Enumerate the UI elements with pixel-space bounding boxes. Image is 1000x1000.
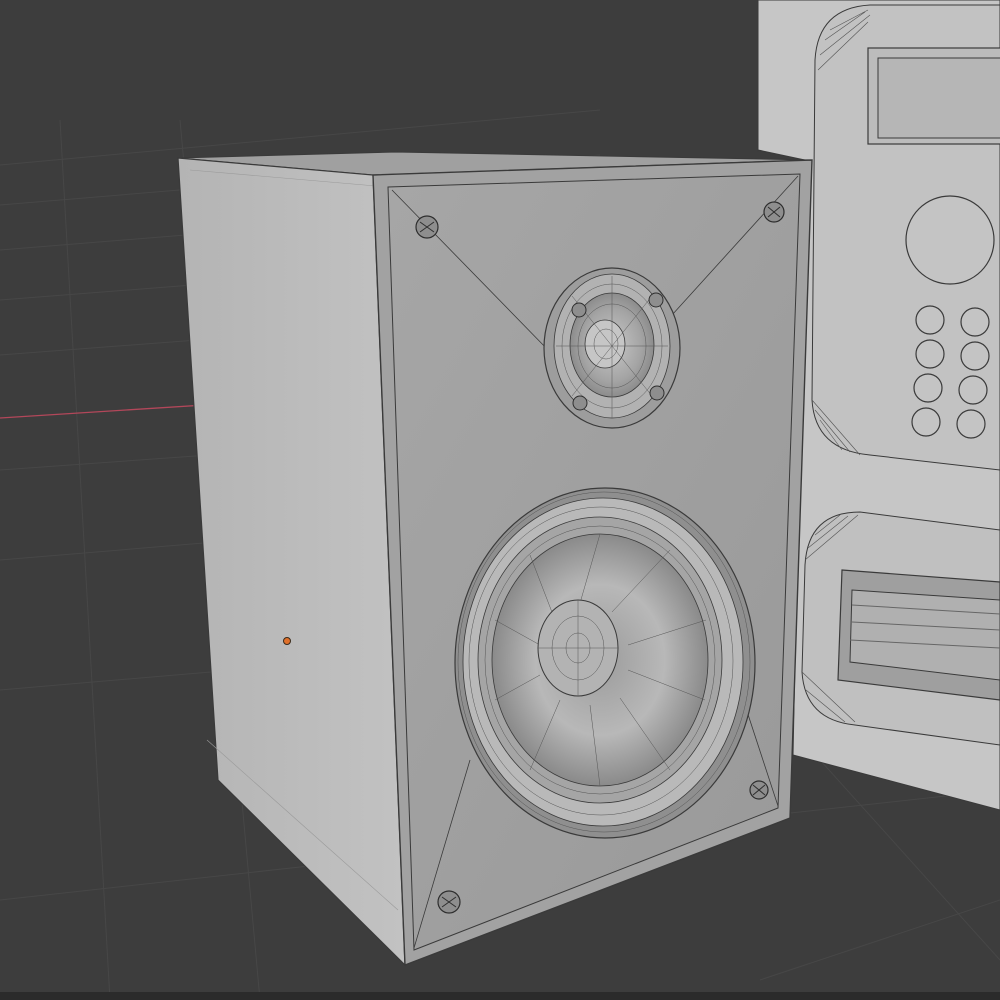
viewport-bottom-edge [0,992,1000,1000]
speaker-cabinet[interactable] [177,151,813,967]
tweeter [543,267,681,429]
cassette-deck[interactable] [837,569,1000,701]
cabinet-side [177,157,406,967]
object-origin[interactable] [283,637,291,645]
3d-viewport[interactable] [0,0,1000,1000]
woofer [454,487,756,839]
volume-knob[interactable] [905,195,995,285]
